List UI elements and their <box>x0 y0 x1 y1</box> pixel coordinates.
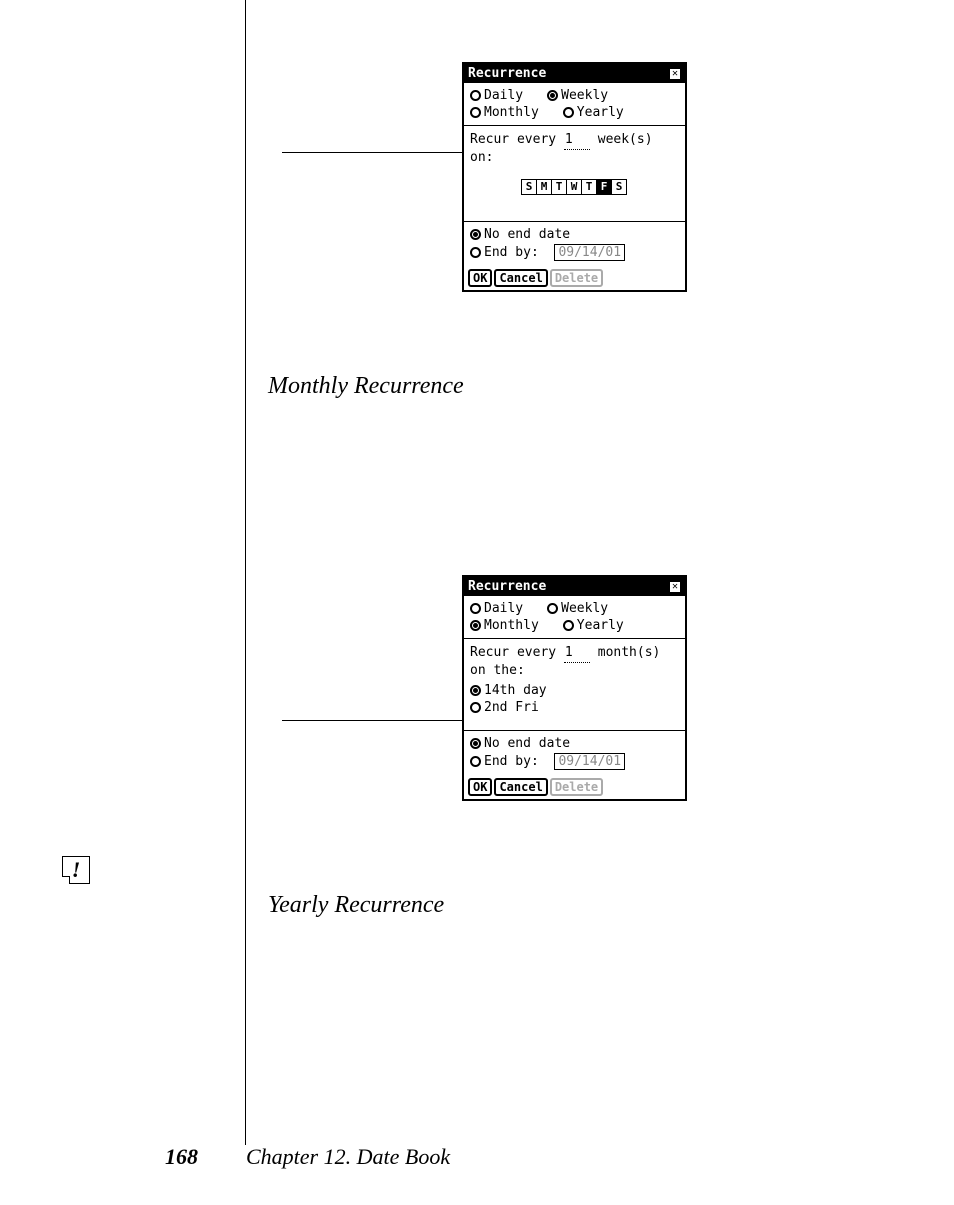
radio-nth-day[interactable]: 14th day <box>470 682 679 699</box>
dialog-title-bar: Recurrence ✕ <box>464 64 685 83</box>
dialog-title-bar: Recurrence ✕ <box>464 577 685 596</box>
ok-button[interactable]: OK <box>468 778 492 796</box>
delete-button[interactable]: Delete <box>550 269 603 287</box>
end-date-field[interactable]: 09/14/01 <box>554 753 625 770</box>
recurrence-dialog-monthly: Recurrence ✕ Daily Weekly Monthly Yearly… <box>462 575 687 801</box>
radio-weekly[interactable]: Weekly <box>547 601 608 616</box>
ok-button[interactable]: OK <box>468 269 492 287</box>
day-sun[interactable]: S <box>521 179 537 195</box>
radio-daily[interactable]: Daily <box>470 88 523 103</box>
radio-monthly[interactable]: Monthly <box>470 105 539 120</box>
delete-button[interactable]: Delete <box>550 778 603 796</box>
day-tue[interactable]: T <box>551 179 567 195</box>
section-heading-yearly: Yearly Recurrence <box>268 892 444 919</box>
cancel-button[interactable]: Cancel <box>494 778 547 796</box>
vertical-rule <box>245 0 246 1145</box>
section-heading-monthly: Monthly Recurrence <box>268 373 464 400</box>
radio-monthly[interactable]: Monthly <box>470 618 539 633</box>
dialog-title: Recurrence <box>468 579 546 594</box>
dialog-title: Recurrence <box>468 66 546 81</box>
radio-yearly[interactable]: Yearly <box>563 618 624 633</box>
recurrence-dialog-weekly: Recurrence ✕ Daily Weekly Monthly Yearly… <box>462 62 687 292</box>
radio-daily[interactable]: Daily <box>470 601 523 616</box>
radio-no-end-date[interactable]: No end date <box>470 226 679 243</box>
recur-interval-input[interactable]: 1 <box>564 645 590 663</box>
chapter-title: Chapter 12. Date Book <box>246 1144 450 1170</box>
radio-nth-weekday[interactable]: 2nd Fri <box>470 699 679 716</box>
radio-weekly[interactable]: Weekly <box>547 88 608 103</box>
day-fri[interactable]: F <box>596 179 612 195</box>
recur-label: Recur every 1 week(s) on: <box>470 130 679 169</box>
day-wed[interactable]: W <box>566 179 582 195</box>
close-icon[interactable]: ✕ <box>669 581 681 593</box>
note-icon: ! <box>62 856 92 888</box>
end-date-field[interactable]: 09/14/01 <box>554 244 625 261</box>
radio-end-by[interactable]: End by: 09/14/01 <box>470 752 679 771</box>
recur-label: Recur every 1 month(s) on the: <box>470 643 679 682</box>
cancel-button[interactable]: Cancel <box>494 269 547 287</box>
day-mon[interactable]: M <box>536 179 552 195</box>
weekday-selector: S M T W T F S <box>470 179 679 195</box>
callout-line-2 <box>282 720 462 721</box>
day-sat[interactable]: S <box>611 179 627 195</box>
callout-line-1 <box>282 152 462 153</box>
close-icon[interactable]: ✕ <box>669 68 681 80</box>
page-footer: 168 Chapter 12. Date Book <box>0 1144 954 1170</box>
page-number: 168 <box>165 1144 198 1170</box>
radio-end-by[interactable]: End by: 09/14/01 <box>470 243 679 262</box>
day-thu[interactable]: T <box>581 179 597 195</box>
radio-no-end-date[interactable]: No end date <box>470 735 679 752</box>
radio-yearly[interactable]: Yearly <box>563 105 624 120</box>
recur-interval-input[interactable]: 1 <box>564 132 590 150</box>
